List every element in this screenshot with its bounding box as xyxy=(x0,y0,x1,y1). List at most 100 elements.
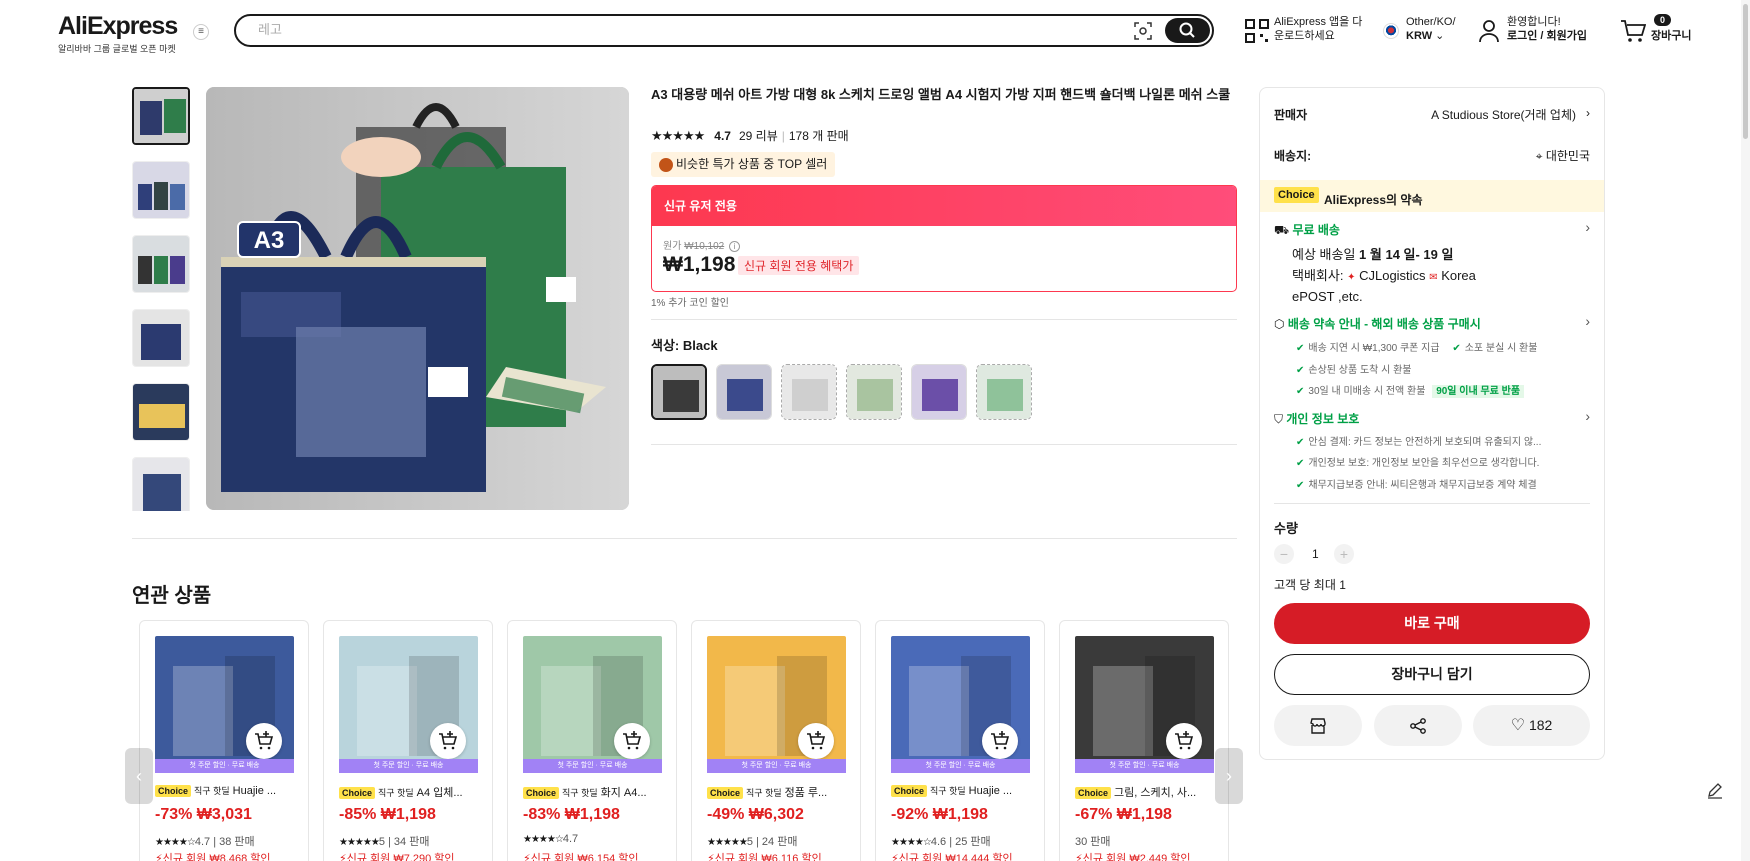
privacy-line: ✔ 채무지급보증 안내: 씨티은행과 채무지급보증 계약 체결 xyxy=(1296,480,1537,491)
direct-deal-tag: 직구 핫딜 xyxy=(746,788,782,798)
card-coupon: ⚡신규 회원 ₩6,116 할인 xyxy=(707,850,822,861)
thumbnail-4[interactable] xyxy=(132,309,190,367)
cart-icon[interactable] xyxy=(1620,19,1646,43)
card-rating-value: 4.7 xyxy=(194,836,211,848)
chevron-right-icon: › xyxy=(1585,408,1590,424)
choice-badge: Choice xyxy=(707,787,744,799)
card-name-row: Choice 직구 핫딜 정품 루... xyxy=(707,784,857,800)
main-product-image[interactable]: A3 xyxy=(206,87,629,510)
carousel-next-button[interactable]: › xyxy=(1215,748,1243,804)
quantity-decrease-button[interactable]: − xyxy=(1274,544,1294,564)
privacy-row[interactable]: ⛉ 개인 정보 보호 › xyxy=(1274,408,1590,427)
thumbnail-2[interactable] xyxy=(132,161,190,219)
swatch-navy[interactable] xyxy=(716,364,772,420)
thumbnail-6[interactable] xyxy=(132,457,190,511)
menu-icon[interactable]: ≡ xyxy=(193,24,209,40)
add-to-cart-icon[interactable] xyxy=(246,723,282,759)
guarantee-line: ✔ 배송 지연 시 ₩1,300 쿠폰 지급 ✔ 소포 분실 시 환불 xyxy=(1296,343,1538,354)
edit-icon[interactable] xyxy=(1705,780,1725,800)
add-to-cart-icon[interactable] xyxy=(1166,723,1202,759)
wishlist-button[interactable]: ♡ 182 xyxy=(1473,705,1590,746)
related-products-title: 연관 상품 xyxy=(132,585,212,607)
card-promo-strip: 첫 주문 할인 · 무료 배송 xyxy=(339,759,478,773)
carousel-prev-button[interactable]: ‹ xyxy=(125,748,153,804)
thumbnail-1[interactable] xyxy=(132,87,190,145)
card-name-row: Choice 직구 핫딜 Huajie ... xyxy=(891,784,1041,797)
qr-code-icon[interactable] xyxy=(1245,19,1269,43)
seller-name[interactable]: A Studious Store(거래 업체) xyxy=(1431,106,1576,123)
region-currency-selector[interactable]: Other/KO/ KRW ⌄ xyxy=(1406,15,1456,43)
card-rating: 30 판매 xyxy=(1075,833,1111,849)
related-product-card[interactable]: 첫 주문 할인 · 무료 배송 Choice 직구 핫딜 A4 입체... -85% ₩… xyxy=(323,620,493,861)
card-title: 그림, 스케치, 사... xyxy=(1114,787,1197,799)
related-product-card[interactable]: 첫 주문 할인 · 무료 배송 Choice 직구 핫딜 화지 A4... -83% ₩… xyxy=(507,620,677,861)
card-promo-strip: 첫 주문 할인 · 무료 배송 xyxy=(891,759,1030,773)
thumbnail-list xyxy=(132,87,192,511)
card-sold: | 24 판매 xyxy=(756,836,798,848)
ship-to-row[interactable]: 배송지: ⌖ 대한민국 xyxy=(1274,147,1590,164)
free-return-badge: 90일 이내 무료 반품 xyxy=(1432,385,1525,398)
download-app-link[interactable]: AliExpress 앱을 다 운로드하세요 xyxy=(1274,15,1362,43)
share-button[interactable] xyxy=(1374,705,1462,746)
card-rating-value: 5 xyxy=(746,836,753,848)
max-quantity-note: 고객 당 최대 1 xyxy=(1274,578,1346,592)
swatch-white[interactable] xyxy=(781,364,837,420)
divider xyxy=(651,444,1237,445)
store-icon xyxy=(1310,718,1326,734)
add-to-cart-icon[interactable] xyxy=(614,723,650,759)
sold-count: 178 개 판매 xyxy=(788,129,849,143)
card-name-row: Choice 직구 핫딜 A4 입체... xyxy=(339,784,489,800)
login-signup-link[interactable]: 환영합니다! 로그인 / 회원가입 xyxy=(1507,15,1587,43)
search-icon xyxy=(1179,22,1195,38)
thumbnail-3[interactable] xyxy=(132,235,190,293)
card-name-row: Choice 그림, 스케치, 사... xyxy=(1075,784,1225,800)
search-button[interactable] xyxy=(1165,18,1210,43)
scrollbar-thumb[interactable] xyxy=(1743,4,1748,139)
card-price: -73% ₩3,031 xyxy=(155,806,252,823)
swatch-light-green[interactable] xyxy=(846,364,902,420)
choice-badge: Choice xyxy=(155,785,192,797)
quantity-value[interactable]: 1 xyxy=(1312,547,1319,561)
related-product-card[interactable]: 첫 주문 할인 · 무료 배송 Choice 그림, 스케치, 사... -67% ₩… xyxy=(1059,620,1229,861)
swatch-green[interactable] xyxy=(976,364,1032,420)
card-promo-strip: 첫 주문 할인 · 무료 배송 xyxy=(1075,759,1214,773)
delivery-guarantee-row[interactable]: ⬡ 배송 약속 안내 - 해외 배송 상품 구매시 › xyxy=(1274,313,1590,332)
store-button[interactable] xyxy=(1274,705,1362,746)
card-rating: ★★★★★5 | 34 판매 xyxy=(339,833,429,849)
thumbnail-5[interactable] xyxy=(132,383,190,441)
direct-deal-tag: 직구 핫딜 xyxy=(930,786,966,796)
card-title: Huajie ... xyxy=(968,785,1013,797)
quantity-increase-button[interactable]: + xyxy=(1334,544,1354,564)
cj-logo-icon: ✦ xyxy=(1347,272,1356,283)
seller-row[interactable]: 판매자 A Studious Store(거래 업체) › xyxy=(1274,106,1590,123)
divider xyxy=(132,538,1237,539)
image-search-icon[interactable] xyxy=(1134,22,1152,40)
review-count[interactable]: 29 리뷰 xyxy=(739,127,778,144)
free-shipping-row[interactable]: ⛟ 무료 배송 › xyxy=(1274,219,1590,239)
aliexpress-logo[interactable]: AliExpress 알리바바 그룹 글로벌 오픈 마켓 xyxy=(58,12,178,55)
buy-now-button[interactable]: 바로 구매 xyxy=(1274,603,1590,644)
card-rating: ★★★★☆4.7 xyxy=(523,833,578,845)
card-price: -83% ₩1,198 xyxy=(523,806,620,823)
add-to-cart-icon[interactable] xyxy=(430,723,466,759)
user-icon[interactable] xyxy=(1478,19,1500,43)
swatch-purple[interactable] xyxy=(911,364,967,420)
add-to-cart-button[interactable]: 장바구니 담기 xyxy=(1274,654,1590,695)
related-product-card[interactable]: 첫 주문 할인 · 무료 배송 Choice 직구 핫딜 정품 루... -49% ₩6… xyxy=(691,620,861,861)
search-input[interactable] xyxy=(258,22,1058,37)
card-title: A4 입체... xyxy=(416,787,463,799)
add-to-cart-icon[interactable] xyxy=(982,723,1018,759)
card-sold: | 25 판매 xyxy=(949,836,991,848)
card-price: -67% ₩1,198 xyxy=(1075,806,1172,823)
choice-badge: Choice xyxy=(891,785,928,797)
related-product-card[interactable]: 첫 주문 할인 · 무료 배송 Choice 직구 핫딜 Huajie ... -92%… xyxy=(875,620,1045,861)
card-rating-value: 4.6 xyxy=(930,836,947,848)
add-to-cart-icon[interactable] xyxy=(798,723,834,759)
info-icon[interactable]: i xyxy=(729,241,740,252)
related-product-card[interactable]: 첫 주문 할인 · 무료 배송 Choice 직구 핫딜 Huajie ... -73%… xyxy=(139,620,309,861)
cart-link[interactable]: 장바구니 xyxy=(1651,29,1691,43)
check-icon: ✔ xyxy=(1452,343,1461,354)
guarantee-line: ✔ 30일 내 미배송 시 전액 환불 90일 이내 무료 반품 xyxy=(1296,382,1590,398)
rating-row: ★★★★★ 4.7 29 리뷰 | 178 개 판매 xyxy=(651,127,849,144)
swatch-black[interactable] xyxy=(651,364,707,420)
